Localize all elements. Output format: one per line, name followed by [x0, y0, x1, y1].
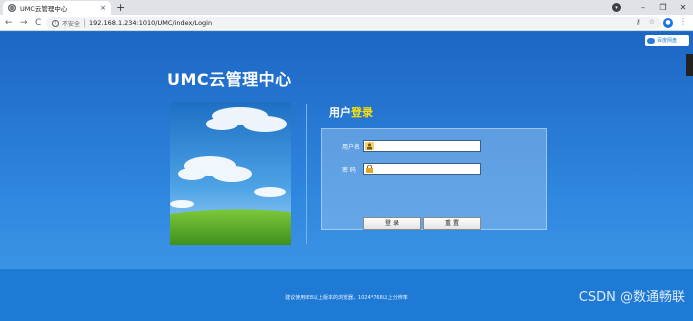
address-bar-actions: ⚷ ☆	[636, 18, 655, 26]
bookmark-star-icon[interactable]: ☆	[649, 18, 655, 26]
user-icon	[365, 142, 374, 150]
cloud-icon	[647, 37, 655, 44]
close-window-button[interactable]: ✕	[673, 3, 693, 12]
address-divider	[84, 19, 86, 27]
vertical-divider	[306, 104, 307, 244]
page-title: UMC云管理中心	[167, 70, 292, 89]
login-heading-accent: 登录	[351, 106, 373, 119]
browser-tab[interactable]: UMC云管理中心 ×	[3, 1, 111, 15]
login-page: 百度网盘 UMC云管理中心 用户登录 用户名 密 码 登 录 重 置 建议使用I…	[0, 32, 693, 321]
login-heading-plain: 用户	[329, 106, 351, 119]
url-text[interactable]: 192.168.1.234:1010/UMC/index/Login	[89, 19, 212, 27]
warning-icon[interactable]: !	[52, 19, 59, 27]
username-label: 用户名	[342, 144, 361, 151]
login-form: 用户名 密 码 登 录 重 置	[321, 128, 547, 230]
globe-icon	[8, 4, 16, 12]
tab-strip: UMC云管理中心 × + ▾ – ❐ ✕	[0, 0, 693, 15]
tab-title: UMC云管理中心	[20, 5, 68, 13]
back-button[interactable]: ←	[5, 16, 13, 30]
window-controls: ▾ – ❐ ✕	[612, 0, 693, 15]
new-tab-button[interactable]: +	[116, 1, 125, 14]
password-label: 密 码	[342, 167, 356, 174]
address-bar[interactable]: ! 不安全 192.168.1.234:1010/UMC/index/Login	[46, 17, 661, 29]
password-field[interactable]	[363, 163, 481, 175]
hero-image	[170, 102, 291, 245]
maximize-button[interactable]: ❐	[653, 3, 673, 12]
login-heading: 用户登录	[329, 104, 373, 120]
browser-toolbar: ← → C ! 不安全 192.168.1.234:1010/UMC/index…	[0, 15, 693, 31]
extension-badge[interactable]: 百度网盘	[645, 35, 689, 46]
watermark: CSDN @数通畅联	[578, 290, 685, 305]
side-panel-tab[interactable]	[686, 54, 693, 76]
reload-button[interactable]: C	[35, 16, 41, 30]
forward-button[interactable]: →	[20, 16, 28, 30]
reset-button[interactable]: 重 置	[423, 217, 481, 230]
tab-search-icon[interactable]: ▾	[612, 3, 621, 12]
key-icon[interactable]: ⚷	[636, 18, 641, 26]
extension-badge-label: 百度网盘	[657, 38, 678, 44]
lock-icon	[366, 165, 373, 173]
tab-close-icon[interactable]: ×	[100, 4, 106, 12]
login-button[interactable]: 登 录	[363, 217, 421, 230]
insecure-label: 不安全	[62, 20, 81, 28]
profile-avatar-icon[interactable]: ●	[663, 18, 673, 28]
browser-menu-icon[interactable]: ⋮	[679, 17, 687, 26]
minimize-button[interactable]: –	[633, 3, 653, 12]
username-field[interactable]	[363, 140, 481, 152]
